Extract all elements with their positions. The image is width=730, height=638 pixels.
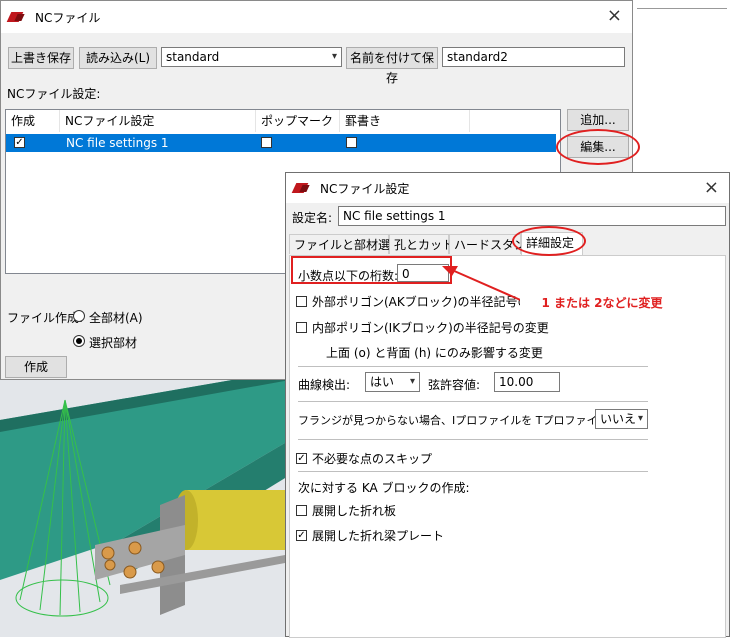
annotation-note: 1 または 2などに変更 (520, 292, 684, 314)
column-header-pop-mark[interactable]: ポップマーク (256, 110, 340, 132)
divider (298, 471, 648, 472)
highlight-decimal-field (291, 256, 452, 284)
unfolded-beam-plate-label: 展開した折れ梁プレート (312, 529, 445, 543)
highlight-advanced-tab (512, 226, 586, 256)
save-as-name-field[interactable]: standard2 (442, 47, 625, 67)
chevron-down-icon: ▾ (637, 413, 643, 424)
column-header-create[interactable]: 作成 (6, 110, 60, 132)
outer-polygon-checkbox[interactable] (296, 296, 307, 307)
skip-points-checkbox[interactable]: ✓ (296, 453, 307, 464)
curve-detect-label: 曲線検出: (298, 378, 351, 392)
close-icon[interactable]: × (704, 179, 719, 197)
tab-hard-stamp[interactable]: ハードスタンプ (449, 234, 538, 254)
tab-holes-cuts[interactable]: 孔とカット (389, 234, 454, 254)
inner-polygon-checkbox[interactable] (296, 322, 307, 333)
file-create-label: ファイル作成: (7, 311, 84, 325)
divider (298, 366, 648, 367)
app-icon (9, 12, 27, 22)
flange-convert-value: いいえ (600, 412, 637, 426)
tab-file-and-parts[interactable]: ファイルと部材選別 (289, 234, 402, 254)
chevron-down-icon: ▾ (409, 376, 415, 387)
overwrite-save-button[interactable]: 上書き保存 (8, 47, 74, 69)
skip-points-label: 不必要な点のスキップ (312, 452, 433, 466)
inner-polygon-label: 内部ポリゴン(IKブロック)の半径記号の変更 (312, 321, 549, 335)
close-icon[interactable]: × (607, 7, 622, 25)
radio-selected-parts-label: 選択部材 (89, 336, 138, 350)
chord-tolerance-field[interactable]: 10.00 (494, 372, 560, 392)
column-header-name[interactable]: NCファイル設定 (60, 110, 256, 132)
radio-selected-parts[interactable] (73, 335, 85, 347)
pop-mark-checkbox[interactable] (261, 137, 272, 148)
setting-name-label: 設定名: (292, 211, 333, 225)
preset-select[interactable]: standard ▾ (161, 47, 342, 67)
flange-convert-select[interactable]: いいえ ▾ (595, 409, 648, 429)
unfolded-plate-checkbox[interactable] (296, 505, 307, 516)
app-icon (294, 183, 312, 193)
create-button[interactable]: 作成 (5, 356, 67, 378)
row-setting-name: NC file settings 1 (66, 136, 169, 150)
3d-model-render (0, 380, 290, 617)
radio-all-parts-label: 全部材(A) (89, 311, 143, 325)
dialog-title: NCファイル設定 (320, 181, 410, 196)
curve-detect-value: はい (370, 375, 395, 389)
chord-tolerance-label: 弦許容値: (428, 378, 481, 392)
scribing-checkbox[interactable] (346, 137, 357, 148)
add-button[interactable]: 追加... (567, 109, 629, 131)
preset-select-value: standard (166, 50, 220, 64)
load-button[interactable]: 読み込み(L) (79, 47, 157, 69)
nc-window-title: NCファイル (35, 10, 101, 25)
nc-settings-dialog: NCファイル設定 × 設定名: NC file settings 1 ファイルと… (285, 172, 730, 638)
dialog-titlebar: NCファイル設定 × (286, 173, 729, 203)
top-back-note: 上面 (o) と背面 (h) にのみ影響する変更 (326, 346, 543, 360)
nc-window-titlebar: NCファイル × (1, 1, 632, 33)
model-view[interactable] (0, 380, 290, 637)
save-as-button[interactable]: 名前を付けて保存 (346, 47, 438, 85)
divider (298, 439, 648, 440)
column-header-scribing[interactable]: 罫書き (340, 110, 470, 132)
chevron-down-icon: ▾ (331, 51, 337, 62)
table-row[interactable]: ✓ NC file settings 1 (6, 134, 556, 152)
ka-block-label: 次に対する KA ブロックの作成: (298, 481, 470, 495)
highlight-edit-button (556, 129, 640, 165)
unfolded-plate-label: 展開した折れ板 (312, 504, 397, 518)
radio-all-parts[interactable] (73, 310, 85, 322)
create-checkbox[interactable]: ✓ (14, 137, 25, 148)
divider (298, 401, 648, 402)
unfolded-beam-plate-checkbox[interactable]: ✓ (296, 530, 307, 541)
annotation-arrow (442, 266, 526, 303)
curve-detect-select[interactable]: はい ▾ (365, 372, 420, 392)
background-window-strip (633, 0, 730, 41)
setting-name-field[interactable]: NC file settings 1 (338, 206, 726, 226)
nc-settings-label: NCファイル設定: (7, 87, 101, 101)
flange-convert-label: フランジが見つからない場合、Iプロファイルを Tプロファイルに変換: (298, 414, 646, 427)
